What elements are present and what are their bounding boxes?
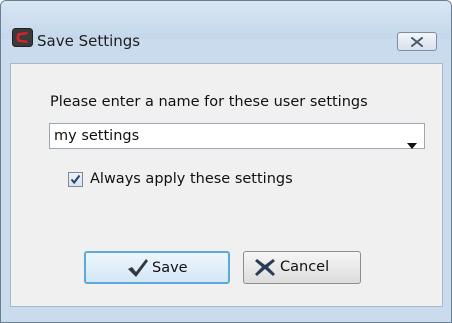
close-button[interactable] bbox=[397, 32, 437, 51]
chevron-down-icon[interactable] bbox=[407, 134, 417, 153]
settings-name-value[interactable]: my settings bbox=[54, 128, 139, 144]
cancel-button-label: Cancel bbox=[280, 259, 330, 275]
save-button-label: Save bbox=[152, 260, 188, 276]
checkmark-icon bbox=[70, 174, 81, 185]
x-icon bbox=[254, 257, 276, 281]
name-prompt-label: Please enter a name for these user setti… bbox=[50, 94, 368, 110]
save-settings-dialog: Save Settings Please enter a name for th… bbox=[0, 0, 452, 323]
dialog-content: Please enter a name for these user setti… bbox=[10, 63, 443, 307]
cancel-button[interactable]: Cancel bbox=[243, 251, 361, 284]
title-bar[interactable]: Save Settings bbox=[1, 1, 451, 51]
dialog-title: Save Settings bbox=[37, 32, 141, 50]
save-button[interactable]: Save bbox=[84, 251, 230, 284]
close-x-icon bbox=[411, 37, 423, 47]
app-logo-icon bbox=[12, 28, 33, 51]
always-apply-label[interactable]: Always apply these settings bbox=[90, 171, 293, 187]
always-apply-checkbox[interactable] bbox=[68, 172, 83, 187]
checkmark-icon bbox=[127, 258, 149, 282]
settings-name-combobox[interactable]: my settings bbox=[49, 123, 425, 149]
